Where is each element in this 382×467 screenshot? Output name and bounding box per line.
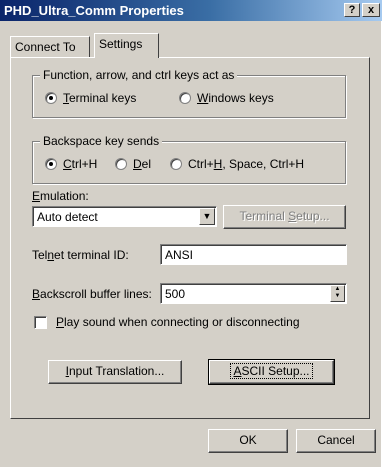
function-keys-group-label: Function, arrow, and ctrl keys act as [40, 68, 238, 82]
cancel-button[interactable]: Cancel [296, 429, 376, 453]
radio-unchecked-icon [170, 158, 182, 170]
terminal-keys-label: Terminal keys [63, 91, 137, 105]
windows-keys-radio[interactable]: Windows keys [179, 91, 274, 105]
help-button[interactable]: ? [344, 3, 360, 17]
backspace-group-label: Backspace key sends [40, 134, 163, 148]
telnet-id-value: ANSI [165, 248, 194, 262]
backspace-group: Backspace key sends Ctrl+H Del Ctrl+H, S… [32, 134, 346, 184]
ok-button[interactable]: OK [208, 429, 288, 453]
spin-down-icon[interactable]: ▼ [331, 293, 344, 300]
windows-keys-label: Windows keys [197, 91, 274, 105]
ctrl-h-label: Ctrl+H [63, 157, 98, 171]
backscroll-label: Backscroll buffer lines: [32, 287, 152, 301]
chevron-down-icon[interactable]: ▼ [199, 208, 215, 225]
ctrl-h-space-radio[interactable]: Ctrl+H, Space, Ctrl+H [170, 157, 304, 171]
radio-checked-icon [45, 158, 57, 170]
play-sound-label: Play sound when connecting or disconnect… [56, 315, 300, 329]
ctrl-h-space-label: Ctrl+H, Space, Ctrl+H [188, 157, 305, 171]
ctrl-h-radio[interactable]: Ctrl+H [45, 157, 97, 171]
radio-checked-icon [45, 92, 57, 104]
terminal-setup-button: Terminal Setup... [223, 205, 346, 229]
title-bar: PHD_Ultra_Comm Properties [0, 0, 382, 21]
backscroll-value: 500 [165, 287, 186, 301]
spin-buttons[interactable]: ▲ ▼ [330, 285, 345, 302]
window-title: PHD_Ultra_Comm Properties [4, 3, 184, 18]
del-radio[interactable]: Del [115, 157, 151, 171]
function-keys-group: Function, arrow, and ctrl keys act as Te… [32, 68, 346, 118]
radio-unchecked-icon [115, 158, 127, 170]
emulation-label: Emulation: [32, 189, 89, 203]
tab-settings[interactable]: Settings [94, 33, 159, 58]
telnet-id-input[interactable]: ANSI [160, 244, 347, 265]
close-button[interactable]: x [362, 3, 380, 17]
ascii-setup-button[interactable]: ASCII Setup... [208, 359, 335, 385]
spin-up-icon[interactable]: ▲ [331, 286, 344, 293]
emulation-dropdown[interactable]: Auto detect ▼ [32, 206, 217, 227]
radio-unchecked-icon [179, 92, 191, 104]
properties-dialog: PHD_Ultra_Comm Properties ? x Connect To… [0, 0, 382, 467]
backscroll-stepper[interactable]: 500 ▲ ▼ [160, 283, 347, 304]
play-sound-checkbox[interactable] [34, 316, 47, 329]
emulation-value: Auto detect [37, 210, 98, 224]
input-translation-button[interactable]: Input Translation... [48, 360, 182, 384]
tab-connect-to[interactable]: Connect To [10, 36, 90, 57]
telnet-id-label: Telnet terminal ID: [32, 248, 129, 262]
terminal-keys-radio[interactable]: Terminal keys [45, 91, 136, 105]
settings-panel: Function, arrow, and ctrl keys act as Te… [10, 57, 370, 419]
del-label: Del [133, 157, 152, 171]
